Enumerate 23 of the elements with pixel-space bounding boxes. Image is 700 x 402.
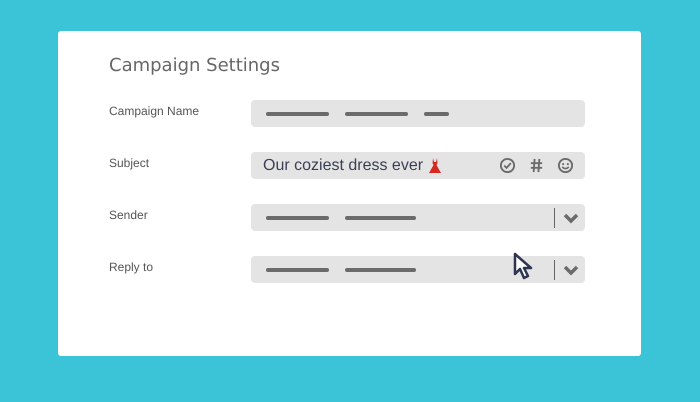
text-line-drawing	[345, 112, 408, 116]
dress-icon	[429, 158, 442, 174]
chevron-down-icon	[563, 212, 579, 224]
card-title: Campaign Settings	[109, 55, 281, 76]
smiley-icon[interactable]	[557, 157, 574, 174]
check-circle-icon[interactable]	[499, 157, 516, 174]
field-label: Subject	[109, 156, 150, 170]
hashtag-icon[interactable]	[528, 157, 545, 174]
field-value: Our coziest dress ever	[263, 156, 424, 174]
text-line-drawing	[266, 112, 329, 116]
input-field[interactable]	[251, 100, 585, 127]
text-line-drawing	[266, 268, 329, 272]
text-line-drawing	[345, 216, 416, 220]
text-line-drawing	[266, 216, 329, 220]
dropdown[interactable]	[251, 204, 585, 231]
dropdown[interactable]	[251, 256, 585, 283]
text-line-drawing	[345, 268, 416, 272]
field-label: Sender	[109, 208, 149, 222]
input-field[interactable]: Our coziest dress ever	[251, 152, 585, 179]
text-line-drawing	[424, 112, 449, 116]
chevron-down-icon	[563, 264, 579, 276]
field-label: Reply to	[109, 260, 154, 274]
field-label: Campaign Name	[109, 104, 200, 118]
